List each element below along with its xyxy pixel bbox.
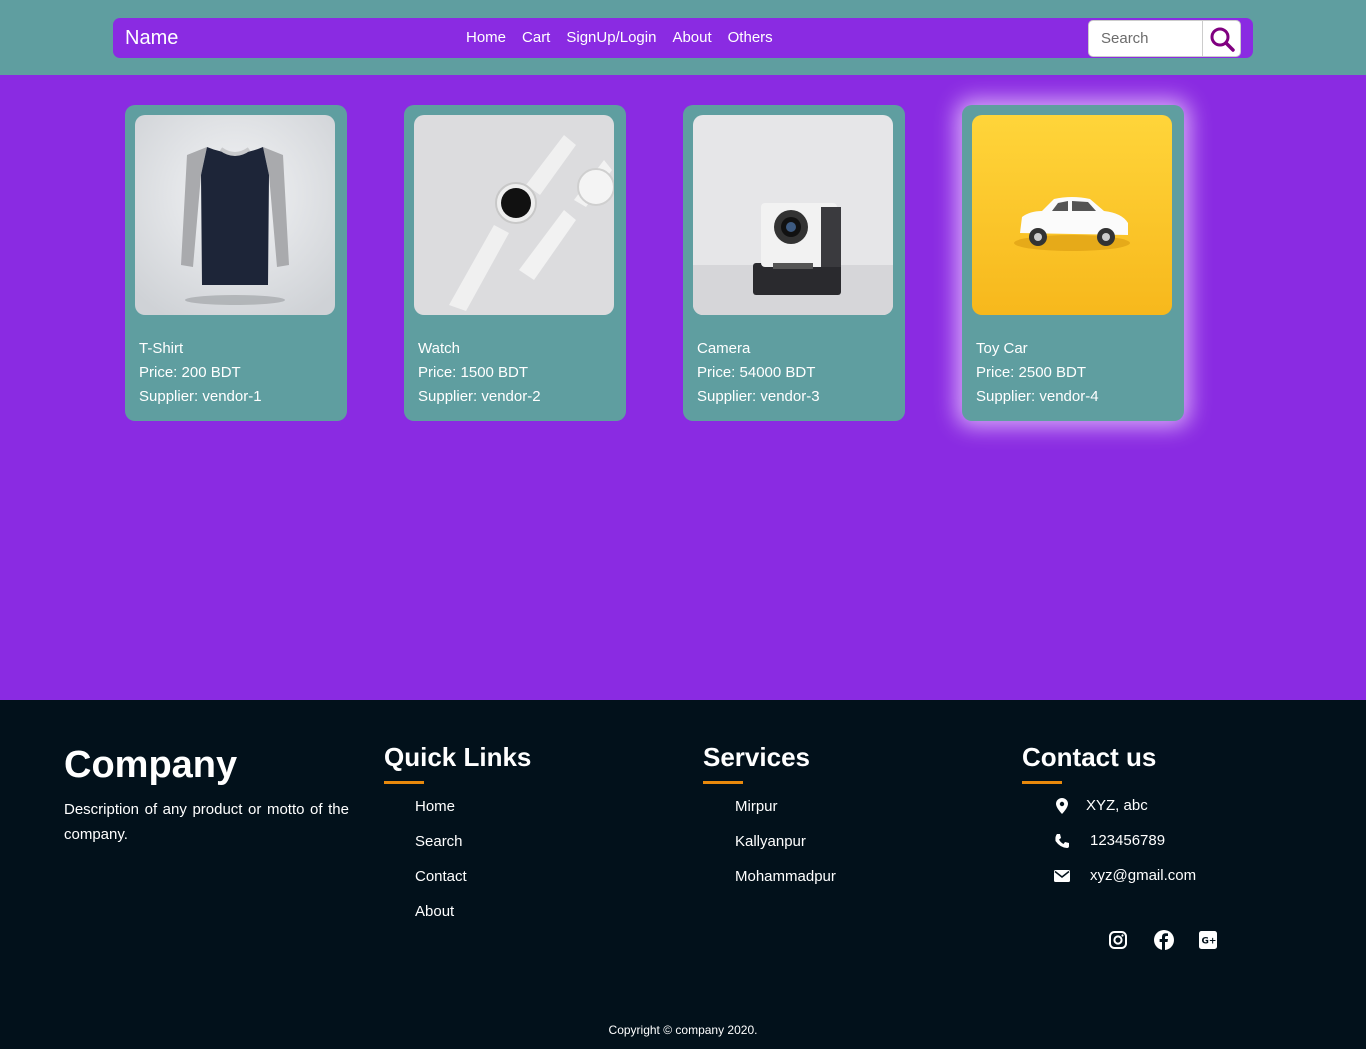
quick-link-home[interactable]: Home [415, 797, 467, 832]
product-supplier: Supplier: vendor-2 [418, 388, 541, 405]
product-image-camera[interactable] [693, 115, 893, 315]
product-supplier: Supplier: vendor-4 [976, 388, 1099, 405]
product-name: Toy Car [976, 340, 1028, 357]
product-supplier: Supplier: vendor-1 [139, 388, 262, 405]
product-image-watch[interactable] [414, 115, 614, 315]
service-item-mohammadpur[interactable]: Mohammadpur [735, 867, 836, 902]
nav-links: Home Cart SignUp/Login About Others [466, 29, 773, 46]
svg-text:G+: G+ [1202, 937, 1217, 947]
search-input[interactable] [1088, 20, 1203, 57]
footer: Company Description of any product or mo… [0, 700, 1366, 1049]
product-card-tshirt[interactable]: T-Shirt Price: 200 BDT Supplier: vendor-… [125, 105, 347, 421]
facebook-icon [1154, 930, 1174, 950]
product-price: Price: 1500 BDT [418, 364, 529, 381]
product-info: T-Shirt Price: 200 BDT Supplier: vendor-… [139, 337, 262, 409]
phone-icon [1054, 833, 1070, 849]
quick-link-about[interactable]: About [415, 902, 467, 937]
contact-email: xyz@gmail.com [1054, 867, 1196, 884]
quick-links-list: Home Search Contact About [415, 797, 467, 937]
nav-link-cart[interactable]: Cart [522, 29, 550, 46]
product-image-toy-car[interactable] [972, 115, 1172, 315]
copyright-text: Copyright © company 2020. [608, 1023, 758, 1037]
product-info: Toy Car Price: 2500 BDT Supplier: vendor… [976, 337, 1099, 409]
contact-phone: 123456789 [1054, 832, 1165, 849]
location-pin-icon [1054, 797, 1070, 814]
company-title: Company [64, 744, 238, 786]
product-name: Watch [418, 340, 460, 357]
google-plus-link[interactable]: G+ [1198, 930, 1218, 950]
services-list: Mirpur Kallyanpur Mohammadpur [735, 797, 836, 902]
product-card-camera[interactable]: Camera Price: 54000 BDT Supplier: vendor… [683, 105, 905, 421]
contact-address: XYZ, abc [1054, 797, 1148, 814]
product-info: Camera Price: 54000 BDT Supplier: vendor… [697, 337, 820, 409]
company-description: Description of any product or motto of t… [64, 801, 349, 843]
search-button[interactable] [1203, 20, 1241, 57]
services-title: Services [703, 742, 810, 772]
nav-link-home[interactable]: Home [466, 29, 506, 46]
nav-link-about[interactable]: About [672, 29, 711, 46]
contact-underline [1022, 781, 1062, 784]
instagram-link[interactable] [1108, 930, 1128, 950]
service-item-kallyanpur[interactable]: Kallyanpur [735, 832, 836, 867]
product-price: Price: 54000 BDT [697, 364, 816, 381]
navbar: Name Home Cart SignUp/Login About Others [113, 18, 1253, 58]
search-icon [1210, 27, 1235, 52]
quick-links-underline [384, 781, 424, 784]
contact-phone-text: 123456789 [1090, 832, 1166, 849]
instagram-icon [1109, 931, 1127, 949]
contact-email-text: xyz@gmail.com [1090, 867, 1197, 884]
contact-address-text: XYZ, abc [1086, 797, 1148, 814]
brand-name[interactable]: Name [125, 27, 178, 50]
quick-links-title: Quick Links [384, 742, 532, 772]
product-card-watch[interactable]: Watch Price: 1500 BDT Supplier: vendor-2 [404, 105, 626, 421]
google-plus-icon: G+ [1199, 931, 1217, 949]
services-underline [703, 781, 743, 784]
product-price: Price: 200 BDT [139, 364, 241, 381]
nav-link-signup-login[interactable]: SignUp/Login [566, 29, 656, 46]
envelope-icon [1054, 868, 1070, 884]
product-card-toy-car[interactable]: Toy Car Price: 2500 BDT Supplier: vendor… [962, 105, 1184, 421]
quick-link-contact[interactable]: Contact [415, 867, 467, 902]
service-item-mirpur[interactable]: Mirpur [735, 797, 836, 832]
product-info: Watch Price: 1500 BDT Supplier: vendor-2 [418, 337, 541, 409]
product-supplier: Supplier: vendor-3 [697, 388, 820, 405]
product-price: Price: 2500 BDT [976, 364, 1087, 381]
facebook-link[interactable] [1154, 930, 1174, 950]
nav-link-others[interactable]: Others [728, 29, 773, 46]
product-name: Camera [697, 340, 751, 357]
product-image-tshirt[interactable] [135, 115, 335, 315]
product-name: T-Shirt [139, 340, 184, 357]
quick-link-search[interactable]: Search [415, 832, 467, 867]
search-form [1088, 20, 1241, 57]
contact-title: Contact us [1022, 742, 1157, 772]
